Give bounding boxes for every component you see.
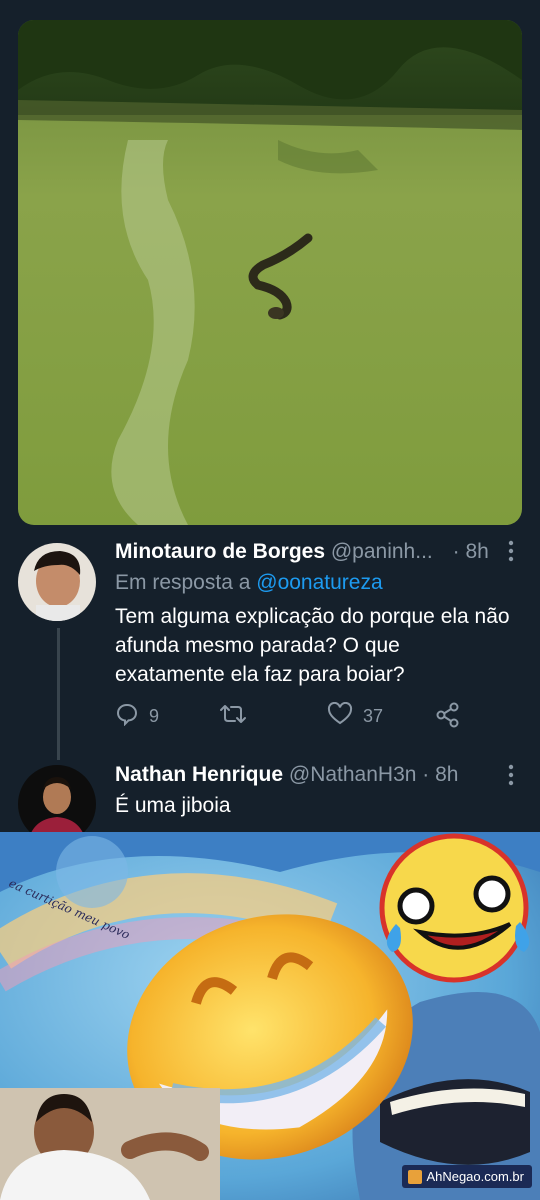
tweet-media[interactable] [18,20,522,525]
reply-icon [115,702,139,731]
share-icon [435,702,461,733]
reply-count: 9 [149,706,160,726]
tweet2-header: Nathan Henrique @NathanH3n · 8h [115,763,458,787]
reply-context: Em resposta a @oonatureza [115,571,383,595]
author-name[interactable]: Nathan Henrique [115,763,283,786]
tweet1-text: Tem alguma explicação do porque ela não … [115,605,510,686]
retweet-button[interactable] [219,702,257,731]
tweet1-actions: 9 37 [115,701,465,733]
like-icon [327,701,353,731]
reply-prefix: Em resposta a [115,571,251,594]
separator: · [422,763,430,786]
river-snake-image [18,20,522,525]
share-button[interactable] [435,702,461,733]
ahnegao-logo-icon [408,1169,423,1184]
watermark-text: AhNegao.com.br [426,1169,524,1184]
separator: · [452,540,460,563]
like-count: 37 [363,706,384,726]
laughing-meme-image: ea curtição meu povo AhNegao.com.br [0,832,540,1200]
more-icon[interactable] [507,764,515,790]
retweet-icon [219,702,247,731]
thread-connector [57,628,60,760]
timestamp[interactable]: 8h [435,763,458,786]
tweet1-header: Minotauro de Borges @paninh... · 8h [115,540,489,564]
more-icon[interactable] [507,540,515,566]
reply-mention-link[interactable]: @oonatureza [256,571,382,594]
reply-button[interactable]: 9 [115,702,159,731]
author-handle[interactable]: @NathanH3n [289,763,417,786]
watermark: AhNegao.com.br [402,1165,532,1188]
author-handle[interactable]: @paninh... [331,540,433,563]
like-button[interactable]: 37 [327,701,384,731]
avatar-minotauro[interactable] [18,543,96,621]
timestamp[interactable]: 8h [465,540,488,563]
tweet2-text: É uma jiboia [115,794,231,817]
author-name[interactable]: Minotauro de Borges [115,540,325,563]
